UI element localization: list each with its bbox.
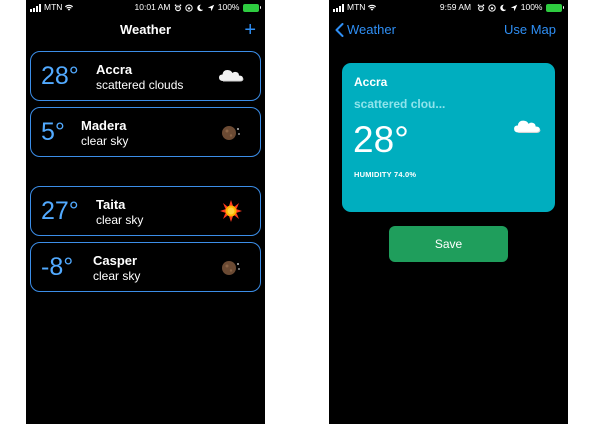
city-temp: 27° xyxy=(41,197,79,225)
battery-icon xyxy=(242,3,261,12)
city-card-madera[interactable]: 5° Madera clear sky xyxy=(30,107,261,157)
moon-icon xyxy=(222,261,240,275)
city-weather-desc: clear sky xyxy=(96,213,144,227)
chevron-left-icon xyxy=(335,22,344,37)
sun-icon xyxy=(220,200,242,222)
weather-list-screen: MTN 10:01 AM 100% Weather + 28° Accra sc… xyxy=(26,0,265,424)
alarm-icon xyxy=(174,3,182,11)
location-arrow-icon xyxy=(510,4,517,11)
city-card-casper[interactable]: -8° Casper clear sky xyxy=(30,242,261,292)
city-name: Casper xyxy=(93,253,138,268)
city-detail-screen: MTN 9:59 AM 100% Weather Use Map Accra s… xyxy=(329,0,568,424)
city-name: Accra xyxy=(96,62,133,77)
city-name: Madera xyxy=(81,118,127,133)
cloud-icon xyxy=(219,70,244,82)
city-card-taita[interactable]: 27° Taita clear sky xyxy=(30,186,261,236)
add-city-button[interactable]: + xyxy=(244,20,256,40)
detail-humidity: HUMIDITY 74.0% xyxy=(354,170,417,179)
weather-detail-card: Accra scattered clou... 28° HUMIDITY 74.… xyxy=(342,63,555,212)
battery-icon xyxy=(545,3,564,12)
city-card-accra[interactable]: 28° Accra scattered clouds xyxy=(30,51,261,101)
rotation-lock-icon xyxy=(185,3,193,12)
moon-icon xyxy=(222,126,240,140)
moon-status-icon xyxy=(500,4,506,11)
status-bar: MTN 9:59 AM 100% xyxy=(329,0,568,15)
city-temp: -8° xyxy=(41,253,74,281)
use-map-button[interactable]: Use Map xyxy=(504,22,556,37)
status-bar: MTN 10:01 AM 100% xyxy=(26,0,265,15)
city-temp: 28° xyxy=(41,62,79,90)
moon-status-icon xyxy=(197,4,203,11)
detail-city-name: Accra xyxy=(354,75,388,89)
save-button[interactable]: Save xyxy=(389,226,508,262)
city-weather-desc: clear sky xyxy=(93,269,141,283)
city-weather-desc: scattered clouds xyxy=(96,78,184,92)
battery-percent: 100% xyxy=(520,2,543,12)
alarm-icon xyxy=(477,3,485,11)
city-weather-desc: clear sky xyxy=(81,134,129,148)
back-button[interactable]: Weather xyxy=(335,22,396,37)
battery-percent: 100% xyxy=(217,2,240,12)
page-title: Weather xyxy=(119,22,172,37)
city-name: Taita xyxy=(96,197,126,212)
cloud-icon xyxy=(514,120,541,133)
back-button-label: Weather xyxy=(347,22,396,37)
city-temp: 5° xyxy=(41,118,65,146)
detail-temp: 28° xyxy=(353,119,409,160)
detail-weather-desc: scattered clou... xyxy=(354,97,446,111)
rotation-lock-icon xyxy=(488,3,496,12)
location-arrow-icon xyxy=(207,4,214,11)
